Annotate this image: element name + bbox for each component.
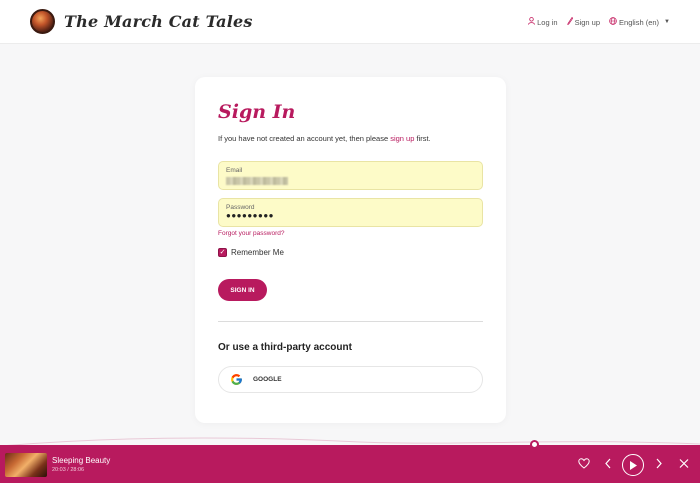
site-logo[interactable] — [30, 9, 55, 34]
third-party-heading: Or use a third-party account — [218, 342, 352, 353]
forgot-password-link[interactable]: Forgot your password? — [218, 230, 284, 237]
login-link[interactable]: Log in — [528, 17, 558, 27]
play-button[interactable] — [622, 454, 644, 476]
close-icon[interactable] — [679, 458, 689, 472]
heart-icon[interactable] — [578, 458, 590, 472]
next-icon[interactable] — [655, 458, 663, 472]
intro-text-before: If you have not created an account yet, … — [218, 134, 391, 143]
signin-card: Sign In If you have not created an accou… — [195, 77, 506, 423]
signup-link[interactable]: Sign up — [566, 16, 601, 27]
email-field[interactable]: Email — [218, 161, 483, 190]
progress-knob[interactable] — [530, 440, 539, 449]
track-title[interactable]: Sleeping Beauty — [52, 456, 110, 465]
language-label: English (en) — [619, 17, 660, 27]
pen-icon — [566, 16, 573, 27]
redacted-email — [226, 177, 288, 185]
google-icon — [231, 374, 242, 385]
play-icon — [630, 460, 637, 470]
password-label: Password — [226, 204, 255, 211]
track-time: 20:03 / 28:06 — [52, 467, 85, 473]
remember-checkbox[interactable]: ✓ — [218, 248, 227, 257]
signin-title: Sign In — [218, 101, 296, 123]
divider — [218, 321, 483, 322]
user-icon — [528, 17, 536, 27]
google-login-button[interactable]: GOOGLE — [218, 366, 483, 393]
language-selector[interactable]: English (en) ▼ — [609, 17, 670, 27]
signup-label: Sign up — [574, 17, 601, 27]
signup-inline-link[interactable]: sign up — [390, 134, 414, 143]
track-thumbnail[interactable] — [5, 453, 47, 477]
email-value — [226, 175, 288, 187]
signin-button[interactable]: SIGN IN — [218, 279, 267, 301]
email-label: Email — [226, 167, 243, 174]
caret-down-icon: ▼ — [664, 19, 670, 25]
globe-icon — [609, 17, 617, 27]
site-title[interactable]: The March Cat Tales — [64, 12, 253, 31]
remember-me[interactable]: ✓ Remember Me — [218, 248, 284, 257]
remember-label: Remember Me — [231, 248, 284, 257]
google-label: GOOGLE — [253, 376, 282, 383]
top-nav: Log in Sign up English (en) ▼ — [528, 16, 670, 27]
intro-text-after: first. — [414, 134, 431, 143]
prev-icon[interactable] — [604, 458, 612, 472]
password-field[interactable]: Password ●●●●●●●●● — [218, 198, 483, 227]
password-value: ●●●●●●●●● — [226, 211, 274, 220]
site-header: The March Cat Tales Log in Sign up Engli… — [0, 0, 700, 44]
signin-intro: If you have not created an account yet, … — [218, 134, 431, 143]
login-label: Log in — [537, 17, 558, 27]
